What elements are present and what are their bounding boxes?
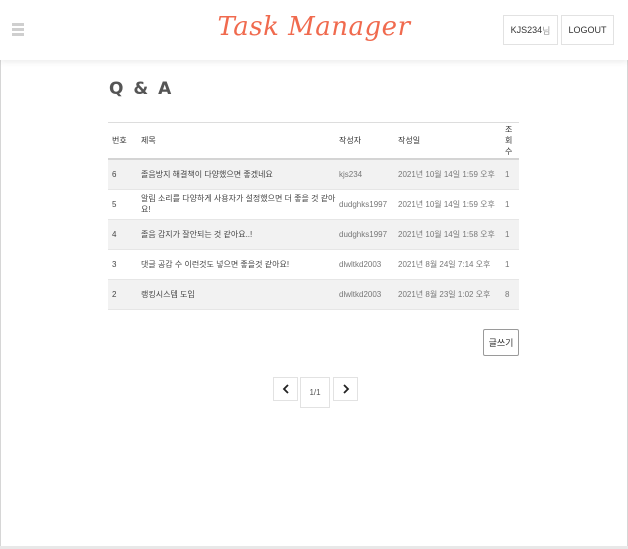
row-number: 6 xyxy=(112,169,117,179)
user-honorific: 님 xyxy=(542,25,551,36)
column-header-title: 제목 xyxy=(141,136,156,145)
row-date: 2021년 10월 14일 1:59 오후 xyxy=(398,169,495,179)
top-header: Task Manager KJS234 님 LOGOUT xyxy=(0,0,628,60)
row-date: 2021년 8월 24일 7:14 오후 xyxy=(398,259,491,269)
chevron-left-icon xyxy=(282,384,289,394)
row-number: 3 xyxy=(112,259,117,269)
table-row[interactable]: 5 알림 소리를 다양하게 사용자가 설정했으면 더 좋을 것 같아요! dud… xyxy=(108,189,519,219)
column-header-views: 조회수 xyxy=(505,125,513,156)
row-number: 2 xyxy=(112,289,117,299)
row-writer: dudghks1997 xyxy=(339,229,388,239)
table-row[interactable]: 3 댓글 공감 수 이런것도 넣으면 좋을것 같아요! dlwltkd2003 … xyxy=(108,249,519,279)
user-button[interactable]: KJS234 님 xyxy=(503,15,558,45)
column-header-writer: 작성자 xyxy=(339,136,362,145)
row-views: 1 xyxy=(505,169,510,179)
column-header-date: 작성일 xyxy=(398,136,421,145)
row-views: 1 xyxy=(505,259,510,269)
row-date: 2021년 8월 23일 1:02 오후 xyxy=(398,289,491,299)
row-title-link[interactable]: 졸음 감지가 잘안되는 것 같아요..! xyxy=(137,219,338,249)
next-page-button[interactable] xyxy=(333,377,358,401)
page-title: Q & A xyxy=(109,79,174,99)
table-row[interactable]: 2 랭킹시스템 도입 dlwltkd2003 2021년 8월 23일 1:02… xyxy=(108,279,519,309)
row-writer: kjs234 xyxy=(339,169,363,179)
row-title-link[interactable]: 졸음방지 해결책이 다양했으면 좋겠네요 xyxy=(137,159,338,189)
qna-table: 번호 제목 작성자 작성일 조회수 6 졸음방지 해결책이 다양했으면 좋겠네요… xyxy=(108,122,519,310)
logout-button[interactable]: LOGOUT xyxy=(561,15,614,45)
page-indicator: 1/1 xyxy=(300,377,330,408)
row-views: 1 xyxy=(505,229,510,239)
write-post-button[interactable]: 글쓰기 xyxy=(483,329,519,356)
row-date: 2021년 10월 14일 1:58 오후 xyxy=(398,229,495,239)
row-views: 8 xyxy=(505,289,510,299)
user-id: KJS234 xyxy=(510,25,543,35)
row-writer: dlwltkd2003 xyxy=(339,259,382,269)
table-row[interactable]: 6 졸음방지 해결책이 다양했으면 좋겠네요 kjs234 2021년 10월 … xyxy=(108,159,519,189)
chevron-right-icon xyxy=(342,384,349,394)
row-writer: dudghks1997 xyxy=(339,199,388,209)
table-header-row: 번호 제목 작성자 작성일 조회수 xyxy=(108,122,519,159)
row-title-link[interactable]: 댓글 공감 수 이런것도 넣으면 좋을것 같아요! xyxy=(137,249,338,279)
row-writer: dlwltkd2003 xyxy=(339,289,382,299)
row-title-link[interactable]: 알림 소리를 다양하게 사용자가 설정했으면 더 좋을 것 같아요! xyxy=(137,189,338,219)
table-row[interactable]: 4 졸음 감지가 잘안되는 것 같아요..! dudghks1997 2021년… xyxy=(108,219,519,249)
row-date: 2021년 10월 14일 1:59 오후 xyxy=(398,199,495,209)
row-number: 5 xyxy=(112,199,117,209)
column-header-number: 번호 xyxy=(112,136,127,145)
previous-page-button[interactable] xyxy=(273,377,298,401)
row-title-link[interactable]: 랭킹시스템 도입 xyxy=(137,279,338,309)
row-views: 1 xyxy=(505,199,510,209)
row-number: 4 xyxy=(112,229,117,239)
